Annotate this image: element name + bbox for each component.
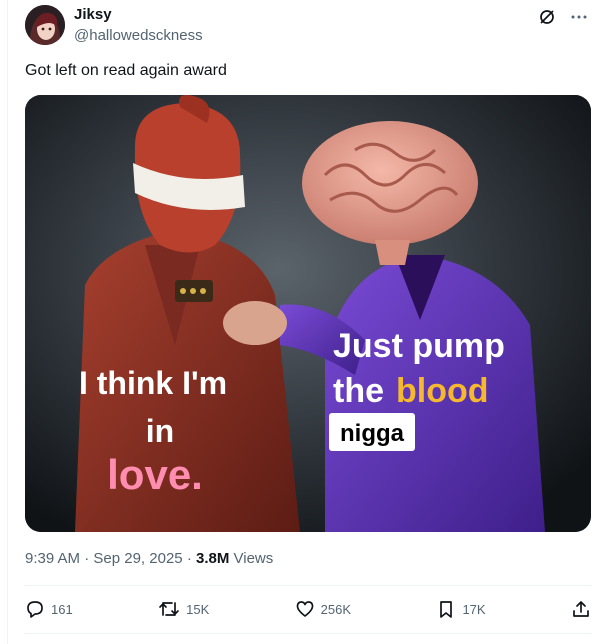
left-caption-line2: in — [146, 413, 174, 449]
grok-icon[interactable] — [536, 6, 558, 28]
reply-button[interactable]: 161 — [25, 599, 73, 619]
tweet-date[interactable]: Sep 29, 2025 — [93, 550, 182, 567]
repost-count: 15K — [186, 601, 210, 617]
divider-top — [25, 585, 591, 586]
tweet-text: Got left on read again award — [25, 62, 227, 79]
author-handle[interactable]: @hallowedsckness — [74, 27, 203, 44]
bookmark-button[interactable]: 17K — [436, 599, 486, 619]
repost-icon — [158, 599, 180, 619]
like-button[interactable]: 256K — [295, 599, 351, 619]
right-caption-the: the — [333, 372, 384, 410]
avatar[interactable] — [25, 5, 65, 45]
reply-count: 161 — [51, 601, 73, 617]
right-caption-boxed: nigga — [340, 420, 405, 447]
views-count: 3.8M — [195, 550, 230, 567]
share-button[interactable] — [571, 599, 591, 619]
tweet-image[interactable]: I think I'm in love. Just pump the blood… — [25, 95, 591, 532]
right-caption-blood: blood — [396, 372, 489, 410]
action-bar: 161 15K 256K 17K — [25, 596, 591, 622]
more-icon[interactable] — [568, 6, 590, 28]
divider-bottom — [25, 633, 591, 634]
like-icon — [295, 599, 315, 619]
repost-button[interactable]: 15K — [158, 599, 209, 619]
left-caption-line3: love. — [107, 451, 203, 498]
meta-separator-1: · — [84, 550, 90, 567]
views-label: Views — [233, 550, 274, 567]
share-icon — [571, 599, 591, 619]
meta-separator-2: · — [186, 550, 192, 567]
reply-icon — [25, 599, 45, 619]
right-caption-line1: Just pump — [333, 327, 505, 365]
timeline-rule — [7, 0, 8, 644]
like-count: 256K — [320, 601, 352, 617]
tweet-meta: 9:39 AM · Sep 29, 2025 · 3.8M Views — [25, 550, 273, 567]
bookmark-count: 17K — [462, 601, 486, 617]
author-name[interactable]: Jiksy — [74, 6, 112, 23]
tweet-time[interactable]: 9:39 AM — [25, 550, 80, 567]
bookmark-icon — [436, 599, 456, 619]
left-caption-line1: I think I'm — [79, 365, 227, 401]
